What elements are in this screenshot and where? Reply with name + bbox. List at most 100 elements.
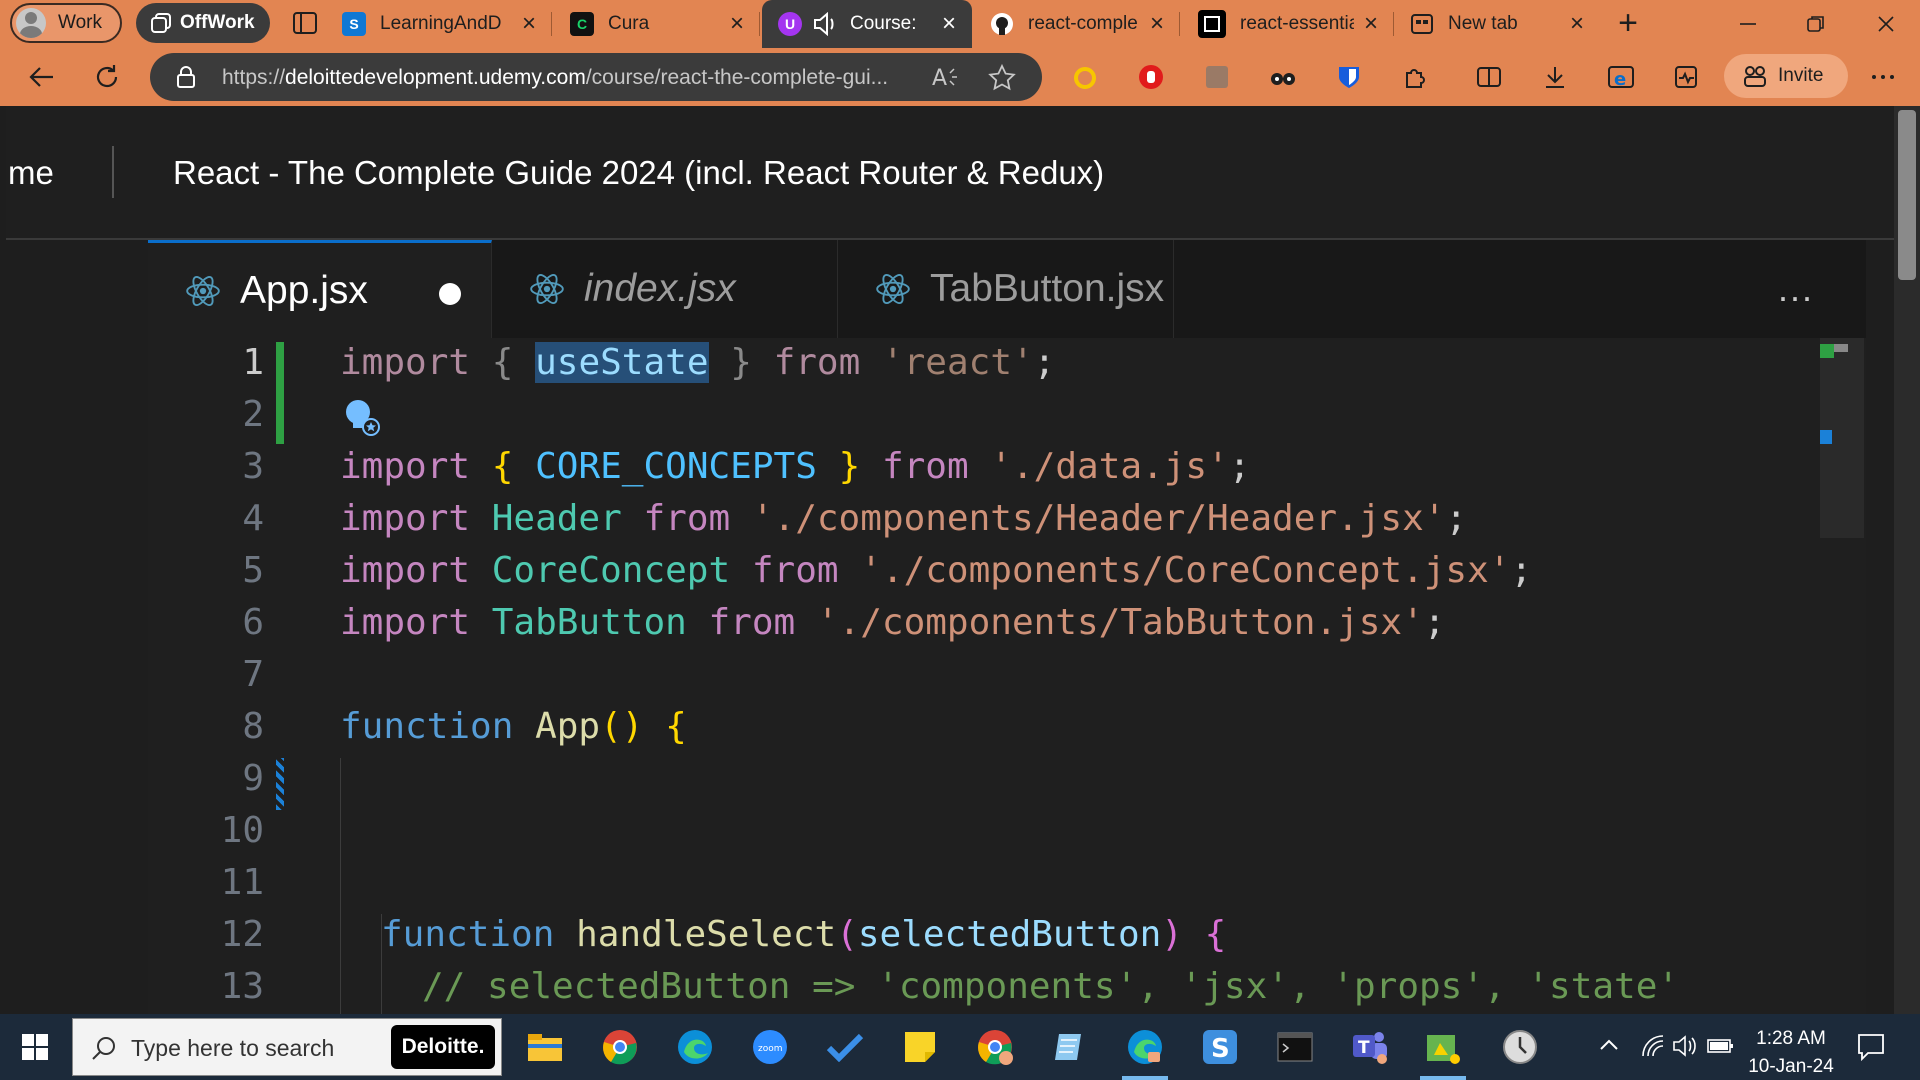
code-area[interactable]: 1 2 3 4 5 6 7 8 9 10 11 12 13 import { u…	[148, 338, 1818, 1059]
avatar	[16, 8, 46, 38]
volume-button[interactable]	[1672, 1034, 1698, 1064]
close-tab-icon[interactable]: ×	[936, 11, 962, 37]
tab-actions-icon[interactable]	[292, 10, 318, 36]
extension-norton-button[interactable]	[1068, 60, 1102, 94]
search-highlight-badge[interactable]: Deloitte.	[391, 1025, 495, 1069]
browser-tab-github[interactable]: react-complet ×	[990, 0, 1180, 48]
settings-more-button[interactable]	[1866, 60, 1900, 94]
line-number: 9	[242, 758, 264, 799]
extensions-button[interactable]	[1398, 60, 1432, 94]
show-hidden-icons-button[interactable]	[1598, 1034, 1620, 1062]
minimize-button[interactable]	[1714, 0, 1782, 48]
taskbar-time[interactable]: 1:28 AM	[1746, 1028, 1836, 1050]
network-button[interactable]	[1640, 1034, 1666, 1064]
line-number: 11	[220, 862, 264, 903]
close-tab-icon[interactable]: ×	[724, 11, 750, 37]
back-button[interactable]	[24, 60, 58, 94]
extension-bitwarden-button[interactable]	[1332, 60, 1366, 94]
editor-tab-label: App.jsx	[240, 268, 368, 312]
code-line: import TabButton from './components/TabB…	[340, 602, 1446, 643]
close-tab-icon[interactable]: ×	[1144, 11, 1170, 37]
clock-app[interactable]	[1497, 1024, 1543, 1070]
snagit-app[interactable]: S	[1197, 1024, 1243, 1070]
browser-tab-codesandbox[interactable]: react-essentia ×	[1198, 0, 1394, 48]
shield-icon	[1339, 67, 1359, 88]
line-number: 2	[242, 394, 264, 435]
start-button[interactable]	[22, 1034, 48, 1060]
code-line: function App() {	[340, 706, 687, 747]
speaker-icon[interactable]	[812, 12, 840, 36]
page-scrollbar[interactable]	[1894, 106, 1920, 1014]
profile-label: Work	[58, 12, 102, 33]
browser-tab-course[interactable]: U Course: R ×	[762, 0, 972, 48]
editor-tab-index-jsx[interactable]: index.jsx	[492, 240, 838, 338]
notepad-icon	[1055, 1034, 1081, 1060]
unsaved-dot-icon[interactable]	[439, 283, 461, 305]
zoom-app[interactable]: zoom	[747, 1024, 793, 1070]
notepad-app[interactable]	[1047, 1024, 1093, 1070]
editor-tab-tabbutton-jsx[interactable]: TabButton.jsx	[838, 240, 1174, 338]
lightbulb-icon[interactable]	[344, 396, 384, 440]
extension-disabled-button[interactable]	[1200, 60, 1234, 94]
teams-app[interactable]: T	[1347, 1024, 1393, 1070]
terminal-app[interactable]	[1272, 1024, 1318, 1070]
profile-button[interactable]: Work	[10, 3, 122, 43]
editor-tab-app-jsx[interactable]: App.jsx	[148, 240, 492, 338]
chrome-icon	[603, 1030, 637, 1065]
refresh-icon	[96, 65, 118, 88]
checkmark-icon	[826, 1033, 864, 1062]
sticky-note-icon	[905, 1032, 935, 1062]
new-tab-button[interactable]: +	[1612, 6, 1644, 40]
browser-tab-learningandd[interactable]: S LearningAndD ×	[342, 0, 552, 48]
chrome-profile-app[interactable]	[972, 1024, 1018, 1070]
edge-active-app[interactable]	[1122, 1024, 1168, 1080]
minimize-icon	[1740, 23, 1756, 25]
chrome-app[interactable]	[597, 1024, 643, 1070]
refresh-button[interactable]	[90, 60, 124, 94]
browser-tab-cura[interactable]: C Cura ×	[570, 0, 760, 48]
svg-text:S: S	[1211, 1034, 1230, 1064]
github-icon	[991, 13, 1013, 35]
code-line: import CoreConcept from './components/Co…	[340, 550, 1533, 591]
people-icon	[1744, 66, 1766, 87]
chevron-up-icon	[1600, 1039, 1618, 1050]
workspaces-button[interactable]: OffWork	[136, 3, 270, 43]
line-number: 6	[242, 602, 264, 643]
file-explorer-app[interactable]	[522, 1024, 568, 1070]
line-number: 12	[220, 914, 264, 955]
notification-icon	[1858, 1034, 1884, 1062]
extension-spy-button[interactable]	[1266, 60, 1300, 94]
restore-button[interactable]	[1782, 0, 1850, 48]
extension-adblock-button[interactable]	[1134, 60, 1168, 94]
favorite-star-icon[interactable]	[988, 64, 1016, 92]
notifications-button[interactable]	[1856, 1032, 1886, 1068]
minimap[interactable]	[1818, 338, 1866, 1014]
home-link[interactable]: me	[8, 154, 54, 192]
workspace-label: OffWork	[180, 12, 255, 33]
editor-more-actions[interactable]: ...	[1778, 268, 1814, 310]
todo-app[interactable]	[822, 1024, 868, 1070]
taskbar-search-box[interactable]: Type here to search Deloitte.	[72, 1018, 502, 1076]
ie-mode-button[interactable]: e	[1604, 60, 1638, 94]
scrollbar-thumb[interactable]	[1898, 110, 1916, 280]
invite-button[interactable]: Invite	[1724, 54, 1848, 98]
close-tab-icon[interactable]: ×	[516, 11, 542, 37]
close-tab-icon[interactable]: ×	[1358, 11, 1384, 37]
green-app[interactable]	[1420, 1024, 1466, 1080]
close-window-button[interactable]	[1852, 0, 1920, 48]
zoom-icon: zoom	[753, 1030, 787, 1064]
read-aloud-icon[interactable]: A	[932, 65, 960, 91]
browser-essentials-button[interactable]	[1670, 60, 1704, 94]
taskbar-date[interactable]: 10-Jan-24	[1746, 1056, 1836, 1078]
browser-tab-new-tab[interactable]: New tab ×	[1410, 0, 1600, 48]
sticky-notes-app[interactable]	[897, 1024, 943, 1070]
close-tab-icon[interactable]: ×	[1564, 11, 1590, 37]
tab-title: Cura	[608, 13, 650, 34]
split-screen-button[interactable]	[1472, 60, 1506, 94]
downloads-button[interactable]	[1538, 60, 1572, 94]
tab-title: Course: R	[850, 13, 920, 34]
wifi-icon	[1642, 1035, 1664, 1057]
battery-button[interactable]	[1706, 1034, 1734, 1064]
address-bar[interactable]: https://deloittedevelopment.udemy.com/co…	[150, 53, 1042, 101]
edge-app[interactable]	[672, 1024, 718, 1070]
